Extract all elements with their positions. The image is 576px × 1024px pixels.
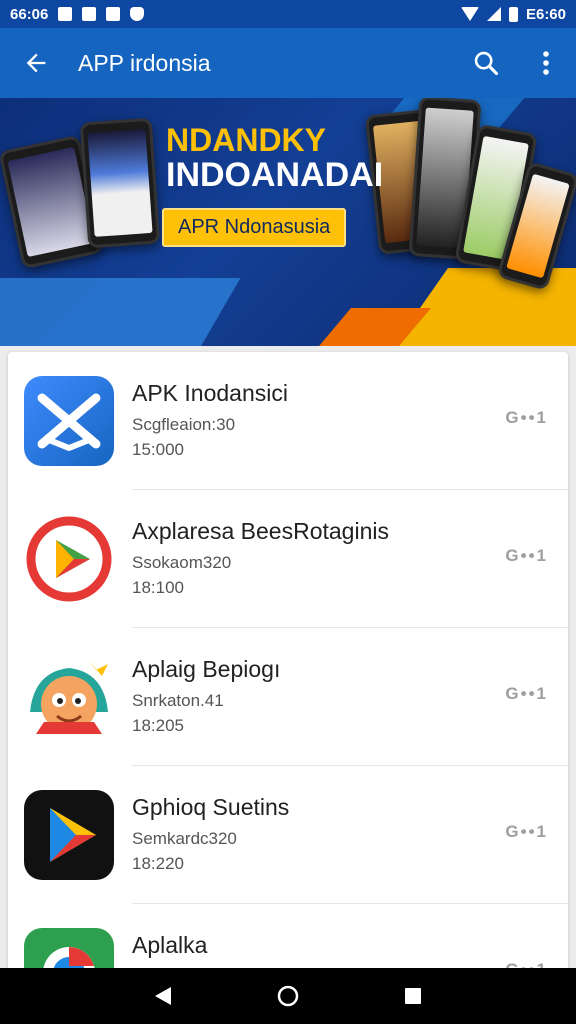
- search-button[interactable]: [456, 28, 516, 98]
- phone-image: [79, 117, 161, 249]
- play-store-red-icon: [24, 514, 114, 604]
- app-meta: Snrkaton.41: [132, 691, 224, 710]
- install-button[interactable]: G••1: [505, 408, 548, 428]
- app-list: APK Inodansici Scgfleaion:30 15:000 G••1…: [8, 352, 568, 992]
- app-meta: 18:220: [132, 854, 184, 873]
- install-button[interactable]: G••1: [505, 684, 548, 704]
- image-icon: [58, 7, 73, 21]
- list-item[interactable]: Gphioq Suetins Semkardc320 18:220 G••1: [8, 766, 568, 904]
- more-vert-icon: [543, 51, 549, 75]
- signal-icon: [486, 7, 501, 21]
- wifi-icon: [460, 7, 479, 21]
- app-meta: 15:000: [132, 440, 184, 459]
- battery-icon: [508, 6, 518, 22]
- status-bar: 66:06 E6:60: [0, 0, 576, 28]
- banner-tag: APR Ndonasusia: [162, 208, 347, 247]
- back-button[interactable]: [0, 28, 72, 98]
- list-item[interactable]: APK Inodansici Scgfleaion:30 15:000 G••1: [8, 352, 568, 490]
- banner-headline-line2: INDOANADAI: [166, 155, 384, 194]
- banner-decoration: [0, 278, 241, 346]
- app-meta: Semkardc320: [132, 829, 237, 848]
- app-meta: 18:205: [132, 716, 184, 735]
- app-bar: APP irdonsia: [0, 28, 576, 98]
- cartoon-character-icon: [24, 652, 114, 742]
- nav-recents-button[interactable]: [383, 968, 443, 1024]
- back-triangle-icon: [154, 987, 171, 1005]
- status-time-right: E6:60: [525, 5, 566, 23]
- search-icon: [474, 51, 499, 76]
- status-time-left: 66:06: [10, 5, 49, 23]
- app-name: Aplalka: [132, 932, 208, 958]
- banner-headline-line1: NDANDKY: [166, 122, 326, 158]
- app-name: Gphioq Suetins: [132, 794, 290, 820]
- list-item[interactable]: Axplaresa BeesRotaginis Ssokaom320 18:10…: [8, 490, 568, 628]
- nav-back-button[interactable]: [133, 968, 193, 1024]
- recents-square-icon: [405, 988, 422, 1004]
- app-meta: Ssokaom320: [132, 553, 232, 572]
- mail-icon: [106, 7, 121, 21]
- notification-icon: [82, 7, 97, 21]
- blue-x-icon: [24, 376, 114, 466]
- home-circle-icon: [277, 985, 299, 1007]
- nav-home-button[interactable]: [258, 968, 318, 1024]
- banner-headline: NDANDKY INDOANADAI: [166, 122, 384, 194]
- page-title: APP irdonsia: [78, 49, 211, 76]
- play-triangle-icon: [24, 790, 114, 880]
- promo-banner[interactable]: NDANDKY INDOANADAI APR Ndonasusia: [0, 98, 576, 346]
- android-icon: [130, 7, 145, 21]
- install-button[interactable]: G••1: [505, 546, 548, 566]
- app-name: APK Inodansici: [132, 380, 288, 406]
- navigation-bar: [0, 968, 576, 1024]
- list-item[interactable]: Aplaig Bepiogı Snrkaton.41 18:205 G••1: [8, 628, 568, 766]
- more-options-button[interactable]: [516, 28, 576, 98]
- arrow-left-icon: [26, 53, 46, 73]
- app-meta: Scgfleaion:30: [132, 415, 236, 434]
- app-name: Axplaresa BeesRotaginis: [132, 518, 389, 544]
- install-button[interactable]: G••1: [505, 822, 548, 842]
- app-meta: 18:100: [132, 578, 184, 597]
- app-name: Aplaig Bepiogı: [132, 656, 281, 682]
